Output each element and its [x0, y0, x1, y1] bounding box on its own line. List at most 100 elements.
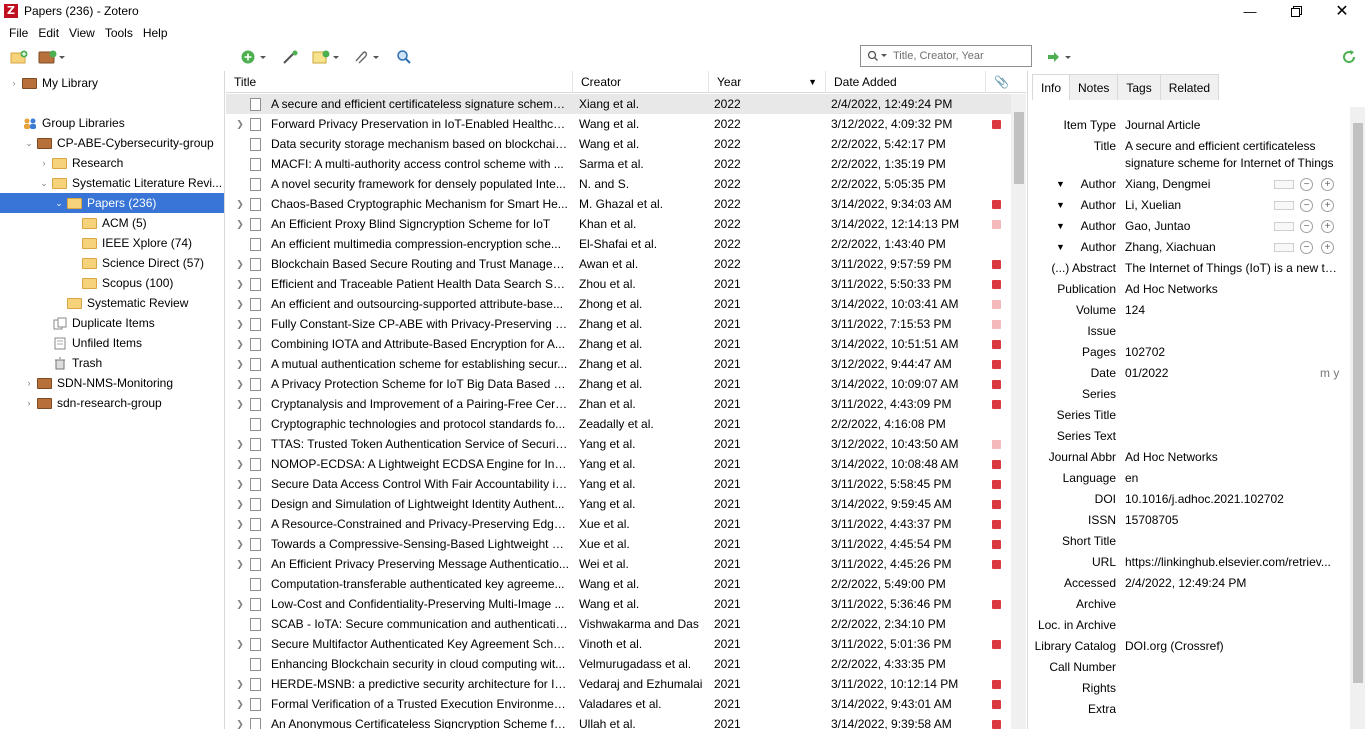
pdf-icon[interactable] [992, 120, 1001, 129]
expand-twisty-icon[interactable]: ❯ [234, 254, 246, 274]
pdf-icon[interactable] [992, 300, 1001, 309]
tree-item-systematic-literature-review[interactable]: ⌄ Systematic Literature Revi... [38, 173, 222, 193]
field-value-language[interactable]: en [1125, 471, 1340, 485]
table-row[interactable]: ❯ A Resource-Constrained and Privacy-Pres… [226, 514, 1011, 534]
table-row[interactable]: ❯ An Efficient Proxy Blind Signcryption S… [226, 214, 1011, 234]
pdf-icon[interactable] [992, 380, 1001, 389]
pdf-icon[interactable] [992, 640, 1001, 649]
pdf-icon[interactable] [992, 320, 1001, 329]
table-row[interactable]: ❯ Towards a Compressive-Sensing-Based Lig… [226, 534, 1011, 554]
field-value-accessed[interactable]: 2/4/2022, 12:49:24 PM [1125, 576, 1340, 590]
expand-twisty-icon[interactable]: ❯ [234, 434, 246, 454]
tree-item-scopus[interactable]: Scopus (100) [68, 273, 173, 293]
field-value-library-catalog[interactable]: DOI.org (Crossref) [1125, 639, 1340, 653]
field-label-author[interactable]: Author [1028, 198, 1116, 212]
table-row[interactable]: ❯ Cryptanalysis and Improvement of a Pair… [226, 394, 1011, 414]
column-creator[interactable]: Creator [573, 71, 709, 93]
expand-twisty-icon[interactable]: ❯ [234, 514, 246, 534]
tab-related[interactable]: Related [1159, 74, 1220, 100]
field-value-author[interactable]: Gao, Juntao [1125, 219, 1265, 233]
expand-twisty-icon[interactable]: › [8, 78, 20, 88]
expand-twisty-icon[interactable]: ❯ [234, 454, 246, 474]
table-row[interactable]: ❯ A mutual authentication scheme for esta… [226, 354, 1011, 374]
tree-item-papers[interactable]: ⌄ Papers (236) [0, 193, 224, 213]
table-row[interactable]: ❯ Fully Constant-Size CP-ABE with Privacy… [226, 314, 1011, 334]
table-row[interactable]: A secure and efficient certificateless s… [226, 94, 1011, 114]
expand-twisty-icon[interactable]: ❯ [234, 394, 246, 414]
table-row[interactable]: ❯ Blockchain Based Secure Routing and Tru… [226, 254, 1011, 274]
tree-item-unfiled-items[interactable]: Unfiled Items [38, 333, 142, 353]
table-row[interactable]: ❯ An Anonymous Certificateless Signcrypti… [226, 714, 1011, 729]
pdf-icon[interactable] [992, 700, 1001, 709]
tab-info[interactable]: Info [1032, 74, 1071, 100]
expand-twisty-icon[interactable]: › [23, 378, 35, 388]
table-row[interactable]: ❯ Secure Multifactor Authenticated Key Ag… [226, 634, 1011, 654]
tree-item-cp-abe-group[interactable]: ⌄ CP-ABE-Cybersecurity-group [23, 133, 214, 153]
expand-twisty-icon[interactable]: ❯ [234, 314, 246, 334]
expand-twisty-icon[interactable]: ❯ [234, 334, 246, 354]
table-row[interactable]: Enhancing Blockchain security in cloud c… [226, 654, 1011, 674]
tab-notes[interactable]: Notes [1069, 74, 1119, 100]
remove-creator-icon[interactable]: − [1300, 220, 1313, 233]
table-row[interactable]: ❯ A Privacy Protection Scheme for IoT Big… [226, 374, 1011, 394]
scrollbar-thumb[interactable] [1014, 112, 1024, 184]
table-row[interactable]: Cryptographic technologies and protocol … [226, 414, 1011, 434]
table-row[interactable]: ❯ Low-Cost and Confidentiality-Preserving… [226, 594, 1011, 614]
menu-tools[interactable]: Tools [100, 26, 138, 40]
advanced-search-button[interactable] [396, 47, 412, 67]
pdf-icon[interactable] [992, 680, 1001, 689]
table-row[interactable]: ❯ HERDE-MSNB: a predictive security archi… [226, 674, 1011, 694]
switch-name-format-button[interactable] [1274, 201, 1294, 210]
table-row[interactable]: ❯ Formal Verification of a Trusted Execut… [226, 694, 1011, 714]
items-scrollbar[interactable] [1011, 94, 1026, 729]
expand-twisty-icon[interactable]: ❯ [234, 294, 246, 314]
expand-twisty-icon[interactable]: ❯ [234, 494, 246, 514]
minimize-button[interactable]: — [1227, 0, 1273, 22]
column-date-added[interactable]: Date Added [826, 71, 986, 93]
tree-item-my-library[interactable]: › My Library [8, 73, 99, 93]
item-pane-scrollbar[interactable] [1350, 107, 1365, 729]
pdf-icon[interactable] [992, 220, 1001, 229]
new-library-button[interactable] [38, 47, 68, 67]
expand-twisty-icon[interactable]: ❯ [234, 674, 246, 694]
pdf-icon[interactable] [992, 560, 1001, 569]
table-row[interactable]: ❯ Forward Privacy Preservation in IoT-Ena… [226, 114, 1011, 134]
tree-item-systematic-review[interactable]: Systematic Review [53, 293, 188, 313]
expand-twisty-icon[interactable]: ❯ [234, 194, 246, 214]
restore-button[interactable] [1273, 0, 1319, 22]
new-collection-button[interactable] [10, 47, 28, 67]
field-label-author[interactable]: Author [1028, 177, 1116, 191]
expand-twisty-icon[interactable]: ❯ [234, 594, 246, 614]
pdf-icon[interactable] [992, 440, 1001, 449]
expand-twisty-icon[interactable]: ❯ [234, 474, 246, 494]
expand-twisty-icon[interactable]: ❯ [234, 114, 246, 134]
tree-item-sdn-nms-monitoring[interactable]: › SDN-NMS-Monitoring [23, 373, 174, 393]
field-value-issn[interactable]: 15708705 [1125, 513, 1340, 527]
field-value-pages[interactable]: 102702 [1125, 345, 1340, 359]
pdf-icon[interactable] [992, 500, 1001, 509]
table-row[interactable]: A novel security framework for densely p… [226, 174, 1011, 194]
table-row[interactable]: An efficient multimedia compression-encr… [226, 234, 1011, 254]
tree-item-duplicate-items[interactable]: Duplicate Items [38, 313, 155, 333]
table-row[interactable]: ❯ Efficient and Traceable Patient Health … [226, 274, 1011, 294]
field-value-author[interactable]: Li, Xuelian [1125, 198, 1265, 212]
field-value-author[interactable]: Zhang, Xiachuan [1125, 240, 1265, 254]
field-value-doi[interactable]: 10.1016/j.adhoc.2021.102702 [1125, 492, 1340, 506]
menu-edit[interactable]: Edit [33, 26, 64, 40]
field-value-url[interactable]: https://linkinghub.elsevier.com/retriev.… [1125, 555, 1340, 569]
expand-twisty-icon[interactable]: ❯ [234, 374, 246, 394]
pdf-icon[interactable] [992, 260, 1001, 269]
pdf-icon[interactable] [992, 360, 1001, 369]
expand-twisty-icon[interactable]: ❯ [234, 694, 246, 714]
add-by-identifier-button[interactable] [282, 47, 300, 67]
table-row[interactable]: ❯ Secure Data Access Control With Fair Ac… [226, 474, 1011, 494]
field-label-abstract[interactable]: (...) Abstract [1028, 261, 1116, 275]
pdf-icon[interactable] [992, 200, 1001, 209]
add-creator-icon[interactable]: + [1321, 178, 1334, 191]
field-value-author[interactable]: Xiang, Dengmei [1125, 177, 1265, 191]
menu-file[interactable]: File [4, 26, 33, 40]
expand-twisty-icon[interactable]: ❯ [234, 354, 246, 374]
switch-name-format-button[interactable] [1274, 243, 1294, 252]
field-label-author[interactable]: Author [1028, 219, 1116, 233]
locate-button[interactable] [1046, 47, 1076, 67]
